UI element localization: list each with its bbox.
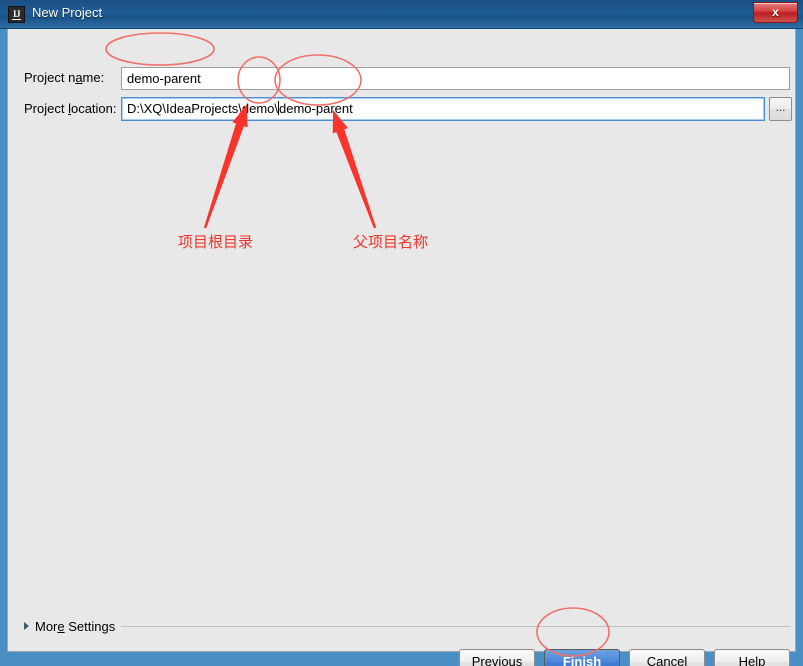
title-bar: IJ New Project x <box>0 0 803 29</box>
project-location-input[interactable]: D:\XQ\IdeaProjects\demo\demo-parent <box>121 97 765 121</box>
project-location-label: Project location: <box>24 101 117 116</box>
more-settings-toggle[interactable]: More Settings <box>24 618 115 634</box>
project-location-value-prefix: D:\XQ\IdeaProjects\demo\ <box>127 101 279 116</box>
finish-button[interactable]: Finish <box>544 649 620 666</box>
project-name-input[interactable]: demo-parent <box>121 67 790 90</box>
more-settings-label: More Settings <box>35 618 116 634</box>
window-title: New Project <box>32 5 103 20</box>
previous-button[interactable]: Previous <box>459 649 535 666</box>
help-button[interactable]: Help <box>714 649 790 666</box>
close-icon: x <box>772 5 779 19</box>
project-name-label: Project name: <box>24 70 105 85</box>
project-location-value-suffix: demo-parent <box>279 101 353 116</box>
chevron-right-icon <box>24 622 29 630</box>
new-project-dialog-screenshot: IJ New Project x Project name: demo-pare… <box>0 0 803 666</box>
cancel-button[interactable]: Cancel <box>629 649 705 666</box>
more-settings-separator <box>121 626 790 627</box>
project-name-value: demo-parent <box>127 71 201 86</box>
dialog-content: Project name: demo-parent Project locati… <box>8 29 795 666</box>
intellij-idea-icon: IJ <box>8 6 25 23</box>
dialog-client-area: Project name: demo-parent Project locati… <box>7 29 796 666</box>
close-button[interactable]: x <box>753 2 798 23</box>
browse-folder-button[interactable]: ... <box>769 97 792 121</box>
